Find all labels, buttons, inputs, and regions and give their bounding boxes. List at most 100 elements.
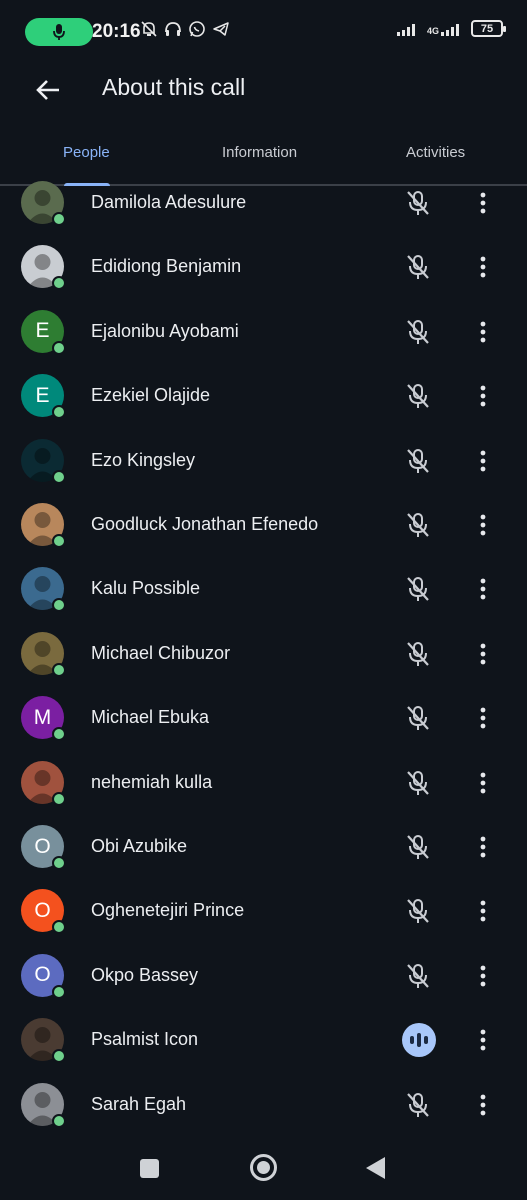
participant-name: Kalu Possible bbox=[91, 578, 201, 599]
online-status-dot bbox=[52, 1049, 66, 1064]
online-status-dot bbox=[52, 212, 66, 226]
participant-row[interactable]: Goodluck Jonathan Efenedo bbox=[0, 493, 527, 557]
participant-row[interactable]: Damilola Adesulure bbox=[0, 171, 527, 235]
participant-row[interactable]: Michael Chibuzor bbox=[0, 622, 527, 686]
more-options-icon[interactable] bbox=[471, 642, 495, 666]
tab-activities[interactable]: Activities bbox=[406, 144, 465, 161]
battery-level: 75 bbox=[480, 22, 494, 35]
home-icon[interactable] bbox=[250, 1154, 277, 1181]
status-bar: 20:16 4G 75 bbox=[0, 0, 527, 64]
tab-people[interactable]: People bbox=[63, 144, 110, 161]
online-status-dot bbox=[52, 534, 66, 548]
avatar-initial: O bbox=[34, 963, 51, 987]
more-options-icon[interactable] bbox=[471, 191, 495, 215]
signal-4g-icon: 4G bbox=[427, 22, 463, 36]
participant-name: Ejalonibu Ayobami bbox=[91, 320, 239, 341]
participant-name: Ezekiel Olajide bbox=[91, 385, 211, 406]
participant-row[interactable]: nehemiah kulla bbox=[0, 751, 527, 815]
mic-off-icon bbox=[407, 577, 429, 602]
page-title: About this call bbox=[102, 74, 246, 100]
recents-icon[interactable] bbox=[140, 1159, 159, 1178]
mic-off-icon bbox=[407, 448, 429, 473]
more-options-icon[interactable] bbox=[471, 1093, 495, 1117]
participant-row[interactable]: E Ezekiel Olajide bbox=[0, 364, 527, 428]
avatar-initial: O bbox=[34, 898, 51, 922]
mic-off-icon bbox=[407, 191, 429, 215]
more-options-icon[interactable] bbox=[471, 964, 495, 988]
participant-row[interactable]: O Oghenetejiri Prince bbox=[0, 879, 527, 943]
more-options-icon[interactable] bbox=[471, 513, 495, 537]
mic-in-use-indicator[interactable] bbox=[25, 18, 93, 46]
back-icon[interactable] bbox=[366, 1157, 385, 1179]
participant-row[interactable]: O Okpo Bassey bbox=[0, 944, 527, 1008]
whatsapp-icon bbox=[189, 21, 205, 37]
online-status-dot bbox=[52, 856, 66, 870]
participant-row[interactable]: O Obi Azubike bbox=[0, 815, 527, 879]
participant-name: Psalmist Icon bbox=[91, 1029, 199, 1050]
status-system-icons: 4G 75 bbox=[396, 20, 506, 37]
mic-off-icon bbox=[407, 963, 429, 988]
mic-off-icon bbox=[407, 641, 429, 666]
mic-off-icon bbox=[407, 835, 429, 859]
mic-icon bbox=[53, 24, 65, 40]
participant-row[interactable]: Kalu Possible bbox=[0, 557, 527, 621]
mic-off-icon bbox=[407, 706, 429, 731]
more-options-icon[interactable] bbox=[471, 899, 495, 923]
more-options-icon[interactable] bbox=[471, 706, 495, 730]
avatar-initial: M bbox=[33, 705, 52, 729]
participant-row[interactable]: E Ejalonibu Ayobami bbox=[0, 300, 527, 364]
status-notification-icons bbox=[140, 20, 230, 38]
online-status-dot bbox=[52, 598, 66, 613]
avatar-initial: E bbox=[35, 319, 50, 343]
online-status-dot bbox=[52, 405, 66, 420]
online-status-dot bbox=[52, 662, 66, 677]
avatar-initial: E bbox=[35, 383, 50, 407]
online-status-dot bbox=[52, 920, 66, 935]
back-button[interactable] bbox=[30, 72, 66, 108]
more-options-icon[interactable] bbox=[471, 384, 495, 408]
participant-row[interactable]: Psalmist Icon bbox=[0, 1008, 527, 1072]
status-time: 20:16 bbox=[92, 21, 141, 42]
more-options-icon[interactable] bbox=[471, 771, 495, 795]
mic-off-icon bbox=[407, 255, 429, 280]
avatar-initial: O bbox=[34, 834, 51, 858]
participant-row[interactable]: Edidiong Benjamin bbox=[0, 235, 527, 299]
more-options-icon[interactable] bbox=[471, 835, 495, 859]
participant-name: Michael Chibuzor bbox=[91, 642, 231, 663]
headphones-icon bbox=[165, 22, 181, 36]
mic-off-icon bbox=[407, 319, 429, 344]
participant-name: Michael Ebuka bbox=[91, 707, 210, 728]
participant-name: Okpo Bassey bbox=[91, 964, 199, 985]
mic-off-icon bbox=[407, 770, 429, 795]
speaking-indicator-icon bbox=[402, 1023, 436, 1058]
participant-row[interactable]: M Michael Ebuka bbox=[0, 686, 527, 750]
more-options-icon[interactable] bbox=[471, 1028, 495, 1052]
mic-off-icon bbox=[407, 384, 429, 409]
online-status-dot bbox=[52, 276, 66, 291]
more-options-icon[interactable] bbox=[471, 320, 495, 344]
online-status-dot bbox=[52, 984, 66, 999]
mic-off-icon bbox=[407, 1092, 429, 1117]
more-options-icon[interactable] bbox=[471, 577, 495, 601]
participant-row[interactable]: Sarah Egah bbox=[0, 1073, 527, 1137]
battery-icon: 75 bbox=[471, 20, 506, 37]
online-status-dot bbox=[52, 727, 66, 742]
more-options-icon[interactable] bbox=[471, 255, 495, 279]
arrow-left-icon bbox=[36, 80, 59, 100]
online-status-dot bbox=[52, 1113, 66, 1128]
tab-information[interactable]: Information bbox=[222, 144, 297, 161]
participant-name: nehemiah kulla bbox=[91, 771, 213, 792]
mic-off-icon bbox=[407, 513, 429, 537]
participant-name: Sarah Egah bbox=[91, 1093, 187, 1114]
mic-off-icon bbox=[407, 899, 429, 924]
participant-name: Edidiong Benjamin bbox=[91, 256, 242, 277]
participant-name: Obi Azubike bbox=[91, 836, 188, 856]
participant-name: Goodluck Jonathan Efenedo bbox=[91, 514, 319, 534]
bell-off-icon bbox=[141, 21, 157, 37]
more-options-icon[interactable] bbox=[471, 449, 495, 473]
participant-row[interactable]: Ezo Kingsley bbox=[0, 429, 527, 493]
participant-name: Damilola Adesulure bbox=[91, 192, 247, 212]
signal-icon bbox=[396, 23, 415, 36]
participant-name: Oghenetejiri Prince bbox=[91, 900, 245, 921]
network-type: 4G bbox=[426, 25, 439, 36]
